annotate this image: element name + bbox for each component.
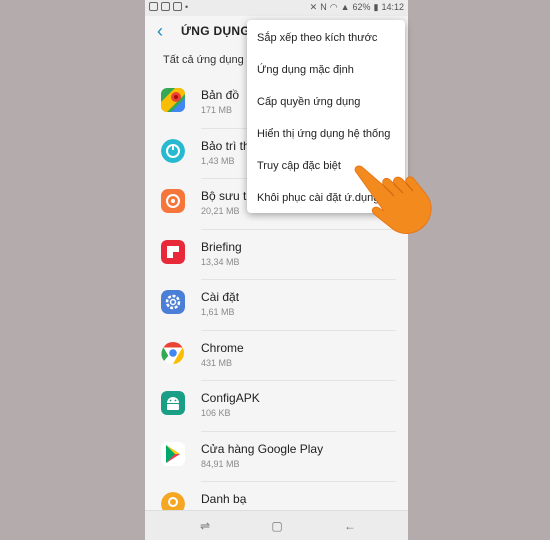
more-notifications-icon: •: [185, 2, 189, 12]
status-bar: • ✕ N ◠ ▲ 62% ▮ 14:12: [145, 0, 408, 16]
list-item[interactable]: ConfigAPK 106 KB: [145, 381, 408, 432]
app-size: 20,21 MB: [201, 206, 240, 216]
menu-item-sort-by-size[interactable]: Sắp xếp theo kích thước: [247, 22, 405, 54]
clock: 14:12: [381, 2, 404, 12]
app-size: 13,34 MB: [201, 256, 240, 267]
app-size: 1,43 MB: [201, 155, 235, 166]
pointing-hand-icon: [354, 165, 432, 234]
app-name: Briefing: [201, 239, 242, 254]
back-icon[interactable]: ←: [343, 519, 357, 533]
signal-icon: ▲: [340, 2, 350, 12]
menu-item-default-apps[interactable]: Ứng dụng mặc định: [247, 54, 405, 86]
android-icon: [161, 391, 185, 415]
app-filter-label: Tất cả ứng dụng: [163, 54, 244, 66]
gallery-icon: [161, 189, 185, 213]
home-icon[interactable]: ▢: [270, 519, 284, 533]
mute-icon: ✕: [309, 2, 318, 12]
app-name: ConfigAPK: [201, 391, 260, 405]
app-name: Bản đồ: [201, 88, 240, 102]
play-store-icon: [161, 441, 185, 466]
list-item[interactable]: Cài đặt 1,61 MB: [145, 280, 408, 331]
image-notification-icon: [161, 2, 170, 11]
app-size: 84,91 MB: [201, 458, 240, 469]
app-name: Cài đặt: [201, 290, 240, 304]
list-item[interactable]: Chrome 431 MB: [145, 331, 408, 381]
menu-item-show-system-apps[interactable]: Hiển thị ứng dụng hệ thống: [247, 118, 405, 150]
recent-apps-icon[interactable]: ⇌: [198, 519, 212, 533]
app-size: 1,61 MB: [201, 307, 235, 317]
app-name: Cửa hàng Google Play: [201, 441, 324, 456]
maps-icon: [161, 88, 185, 112]
app-size: 106 KB: [201, 408, 231, 418]
back-arrow-icon[interactable]: ‹: [157, 22, 173, 40]
page-title: ỨNG DỤNG: [181, 24, 251, 38]
app-size: 431 MB: [201, 357, 233, 368]
app-size: 171 MB: [201, 105, 233, 115]
battery-level: 62%: [352, 2, 371, 12]
settings-icon: [161, 290, 185, 314]
briefing-icon: [161, 239, 185, 264]
battery-icon: ▮: [373, 2, 379, 12]
gallery-notification-icon: [149, 2, 158, 11]
wifi-icon: ◠: [329, 2, 338, 12]
device-maintenance-icon: [161, 138, 185, 163]
list-item[interactable]: Cửa hàng Google Play 84,91 MB: [145, 432, 408, 482]
app-name: Chrome: [201, 340, 244, 355]
menu-item-app-permissions[interactable]: Cấp quyền ứng dụng: [247, 86, 405, 118]
chrome-icon: [161, 341, 185, 365]
app-name: Danh bạ: [201, 492, 247, 506]
nfc-icon: N: [320, 2, 327, 12]
app-filter-dropdown[interactable]: Tất cả ứng dụng: [163, 54, 254, 66]
navigation-bar: ⇌ ▢ ←: [145, 510, 408, 540]
video-notification-icon: [173, 2, 182, 11]
